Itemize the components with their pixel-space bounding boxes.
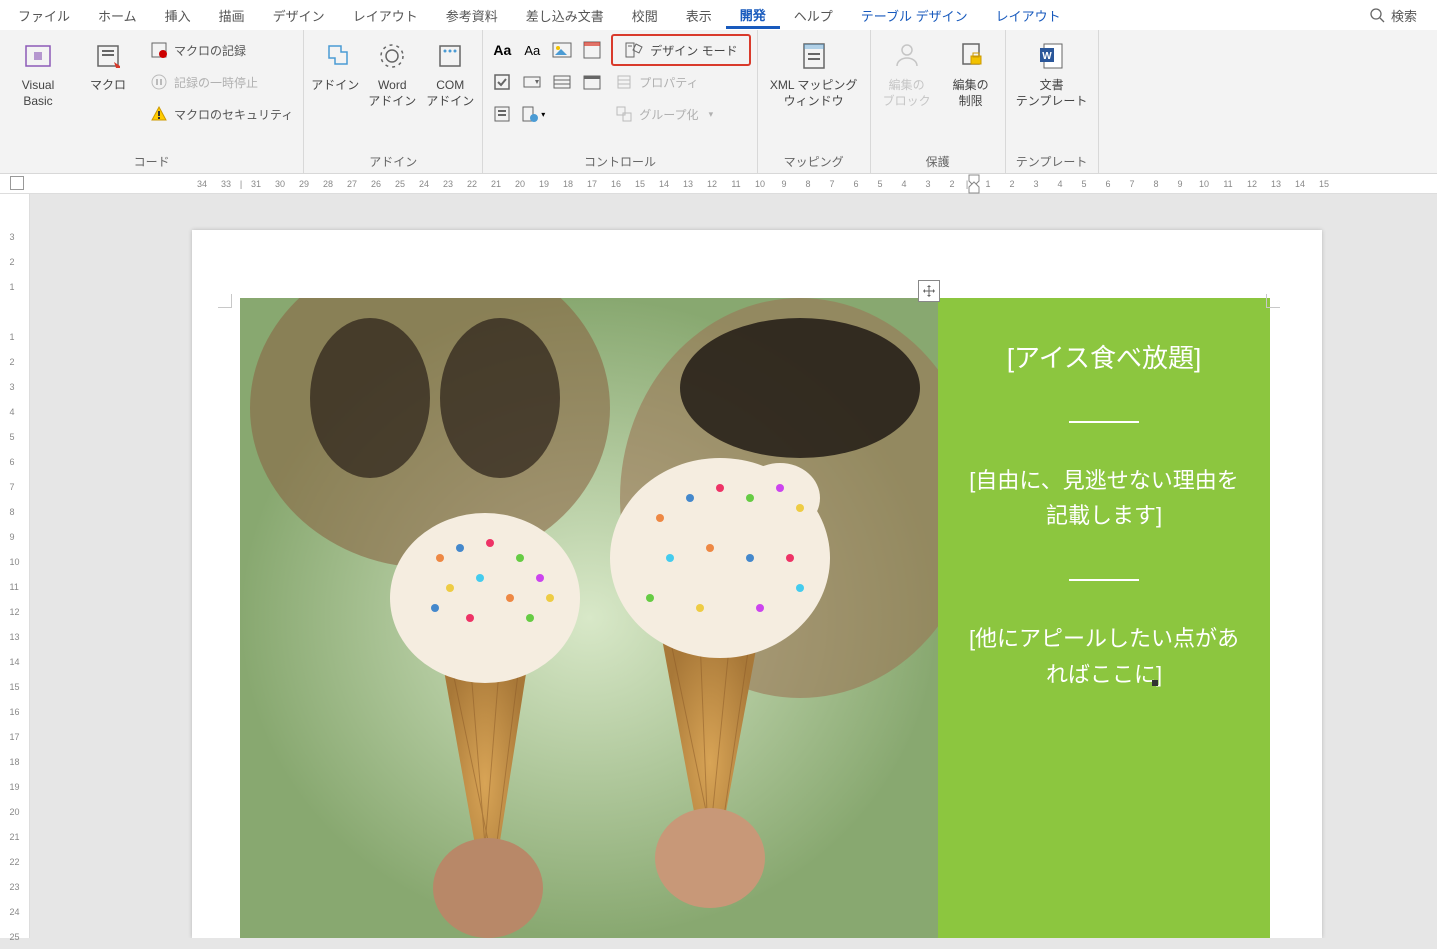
com-addins-button[interactable]: COM アドイン <box>424 34 476 109</box>
tab-home[interactable]: ホーム <box>84 2 151 29</box>
macro-security-button[interactable]: マクロのセキュリティ <box>146 98 297 130</box>
tab-draw[interactable]: 描画 <box>205 2 259 29</box>
move-arrows-icon <box>922 284 936 298</box>
legacy-tools-button[interactable]: ▾ <box>519 101 545 127</box>
record-macro-button[interactable]: マクロの記録 <box>146 34 297 66</box>
divider <box>1069 421 1139 423</box>
horizontal-ruler: 3433|31302928272625242322212019181716151… <box>0 174 1437 194</box>
group-code: Visual Basic マクロ マクロの記録 記録の一時停止 マクロのセキュリ… <box>0 30 304 173</box>
group-control-button: グループ化▾ <box>611 98 750 130</box>
tab-review[interactable]: 校閲 <box>618 2 672 29</box>
visual-basic-icon <box>20 38 56 74</box>
macros-icon <box>90 38 126 74</box>
search-icon <box>1369 7 1385 23</box>
flyer-subtitle[interactable]: [自由に、見逃せない理由を記載します] <box>962 463 1246 533</box>
tab-references[interactable]: 参考資料 <box>432 2 512 29</box>
properties-icon <box>615 73 633 91</box>
search-label: 検索 <box>1391 6 1417 25</box>
group-mapping: XML マッピング ウィンドウ マッピング <box>758 30 871 173</box>
bullet-icon <box>1152 680 1158 686</box>
document-image[interactable] <box>240 298 938 938</box>
svg-text:W: W <box>1042 51 1052 62</box>
design-mode-icon <box>624 40 644 60</box>
vertical-ruler: 3211234567891011121314151617181920212223… <box>0 194 30 938</box>
group-icon <box>615 105 633 123</box>
side-text-panel[interactable]: [アイス食べ放題] [自由に、見逃せない理由を記載します] [他にアピールしたい… <box>938 298 1270 938</box>
addins-button[interactable]: アドイン <box>310 34 360 94</box>
gear-icon <box>374 38 410 74</box>
richtext-control-button[interactable]: Aa <box>489 37 515 63</box>
tab-mailings[interactable]: 差し込み文書 <box>512 2 618 29</box>
search-box[interactable]: 検索 <box>1369 6 1433 25</box>
document-page: [アイス食べ放題] [自由に、見逃せない理由を記載します] [他にアピールしたい… <box>192 230 1322 938</box>
block-authors-button[interactable]: 編集の ブロック <box>877 34 937 109</box>
xml-mapping-button[interactable]: XML マッピング ウィンドウ <box>764 34 864 109</box>
flyer-appeal[interactable]: [他にアピールしたい点があればここに] <box>962 621 1246 691</box>
macros-button[interactable]: マクロ <box>76 34 140 94</box>
word-addins-button[interactable]: Word アドイン <box>366 34 418 109</box>
pause-icon <box>150 73 168 91</box>
group-protect: 編集の ブロック 編集の 制限 保護 <box>871 30 1006 173</box>
tab-file[interactable]: ファイル <box>4 2 84 29</box>
page-area[interactable]: [アイス食べ放題] [自由に、見逃せない理由を記載します] [他にアピールしたい… <box>30 194 1437 938</box>
tab-developer[interactable]: 開発 <box>726 1 780 29</box>
pause-recording-button: 記録の一時停止 <box>146 66 297 98</box>
group-addins: アドイン Word アドイン COM アドイン アドイン <box>304 30 483 173</box>
menu-tabs: ファイル ホーム 挿入 描画 デザイン レイアウト 参考資料 差し込み文書 校閲… <box>0 0 1437 30</box>
group-template: W 文書 テンプレート テンプレート <box>1006 30 1099 173</box>
tab-design[interactable]: デザイン <box>259 2 339 29</box>
tab-insert[interactable]: 挿入 <box>151 2 205 29</box>
group-controls: Aa Aa ▾ <box>483 30 757 173</box>
design-mode-button[interactable]: デザイン モード <box>618 36 743 64</box>
datepicker-control-button[interactable] <box>579 69 605 95</box>
checkbox-control-button[interactable] <box>489 69 515 95</box>
ruler-corner-icon <box>10 176 24 190</box>
restrict-editing-button[interactable]: 編集の 制限 <box>943 34 999 109</box>
buildingblock-control-button[interactable] <box>579 37 605 63</box>
picture-control-button[interactable] <box>549 37 575 63</box>
warning-icon <box>150 105 168 123</box>
document-template-button[interactable]: W 文書 テンプレート <box>1012 34 1092 109</box>
combobox-control-button[interactable] <box>519 69 545 95</box>
tab-view[interactable]: 表示 <box>672 2 726 29</box>
crop-mark-tr-icon <box>1266 282 1292 308</box>
divider <box>1069 579 1139 581</box>
restrict-editing-icon <box>953 38 989 74</box>
workspace: 3211234567891011121314151617181920212223… <box>0 194 1437 938</box>
record-macro-icon <box>150 41 168 59</box>
block-authors-icon <box>889 38 925 74</box>
tab-help[interactable]: ヘルプ <box>780 2 847 29</box>
table-move-handle[interactable] <box>918 280 940 302</box>
visual-basic-button[interactable]: Visual Basic <box>6 34 70 109</box>
tab-layout2[interactable]: レイアウト <box>982 2 1075 29</box>
addins-icon <box>317 38 353 74</box>
word-template-icon: W <box>1034 38 1070 74</box>
crop-mark-tl-icon <box>206 282 232 308</box>
design-mode-highlight: デザイン モード <box>611 34 750 66</box>
flyer-title[interactable]: [アイス食べ放題] <box>1007 338 1201 375</box>
repeating-control-button[interactable] <box>489 101 515 127</box>
xml-mapping-icon <box>796 38 832 74</box>
tab-layout[interactable]: レイアウト <box>339 2 432 29</box>
com-addins-icon <box>432 38 468 74</box>
indent-marker-icon[interactable] <box>967 173 981 195</box>
tab-table-design[interactable]: テーブル デザイン <box>847 2 982 29</box>
ribbon: Visual Basic マクロ マクロの記録 記録の一時停止 マクロのセキュリ… <box>0 30 1437 174</box>
properties-button: プロパティ <box>611 66 750 98</box>
dropdown-control-button[interactable] <box>549 69 575 95</box>
plaintext-control-button[interactable]: Aa <box>519 37 545 63</box>
